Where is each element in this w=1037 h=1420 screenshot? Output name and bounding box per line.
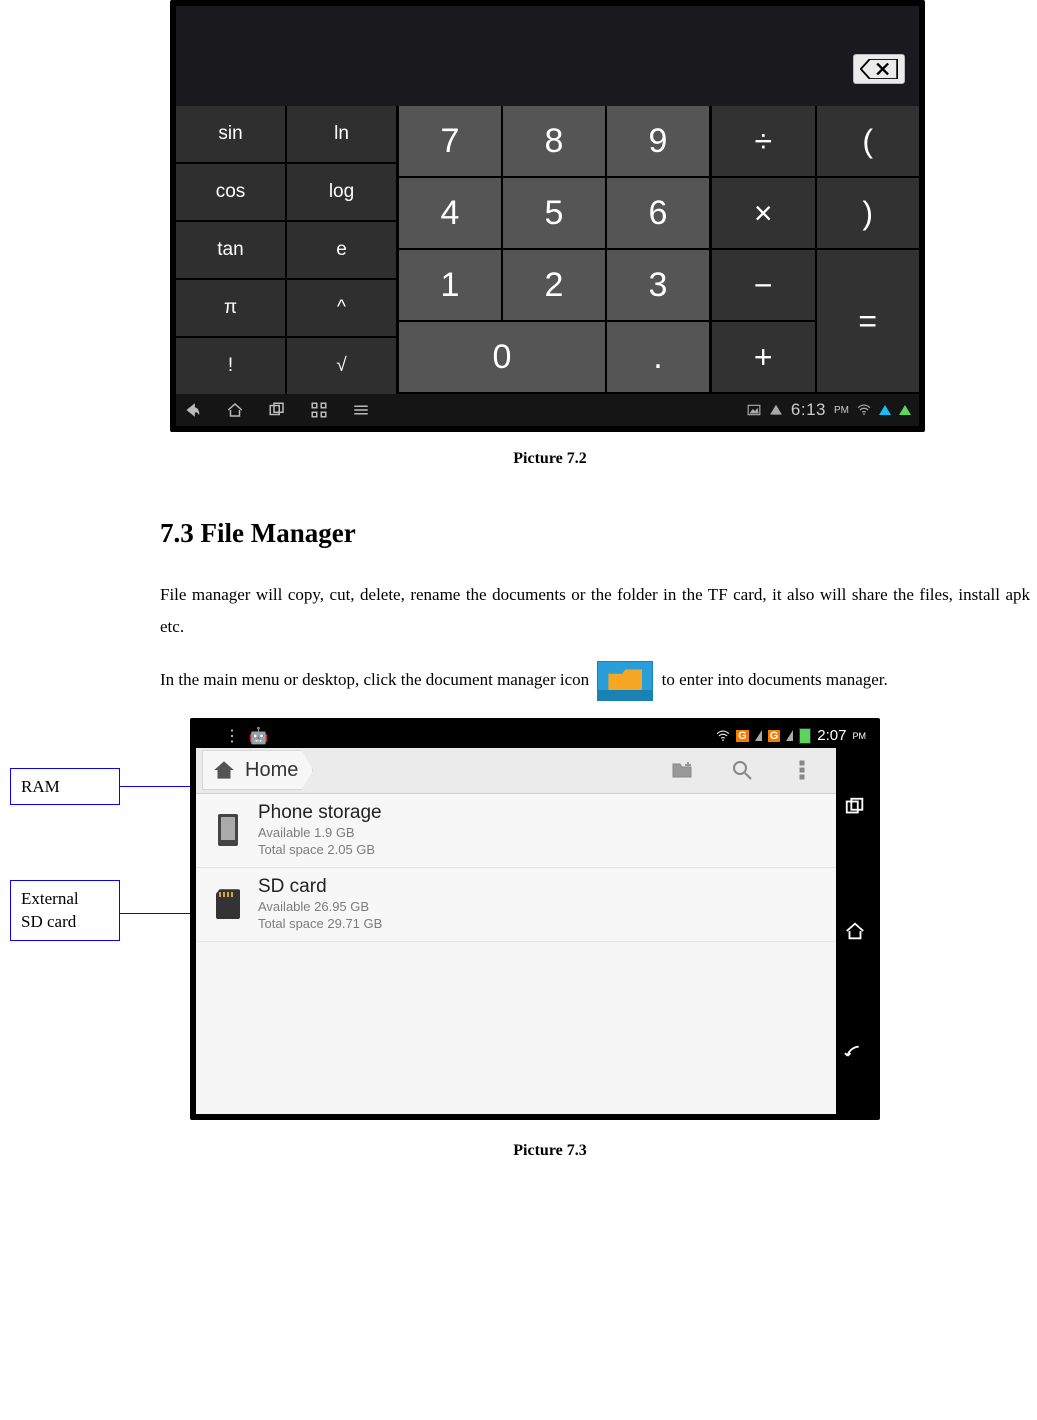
new-folder-icon[interactable] — [670, 758, 694, 782]
key-cos[interactable]: cos — [176, 164, 285, 220]
paragraph-1: File manager will copy, cut, delete, ren… — [160, 579, 1030, 644]
backspace-button[interactable] — [853, 54, 905, 84]
key-e[interactable]: e — [287, 222, 396, 278]
key-3[interactable]: 3 — [607, 250, 709, 320]
fm-main-panel: Home Phone storage — [196, 748, 836, 1114]
key-0[interactable]: 0 — [399, 322, 605, 392]
text-content: 7.3 File Manager File manager will copy,… — [160, 518, 1030, 701]
key-dot[interactable]: . — [607, 322, 709, 392]
key-sin[interactable]: sin — [176, 106, 285, 162]
key-1[interactable]: 1 — [399, 250, 501, 320]
key-2[interactable]: 2 — [503, 250, 605, 320]
item-total: Total space 2.05 GB — [258, 841, 382, 859]
network-g-2: G — [768, 730, 781, 742]
item-title: SD card — [258, 876, 382, 898]
file-manager-app-icon — [597, 661, 653, 701]
item-title: Phone storage — [258, 802, 382, 824]
key-add[interactable]: + — [712, 322, 815, 392]
key-equals[interactable]: = — [817, 250, 920, 392]
image-icon — [747, 403, 761, 417]
back-icon[interactable] — [844, 1043, 866, 1065]
signal-icon-1 — [755, 730, 762, 741]
breadcrumb-home[interactable]: Home — [202, 750, 313, 790]
clock-suffix: PM — [834, 405, 849, 416]
home-icon[interactable] — [226, 401, 244, 419]
search-icon[interactable] — [730, 758, 754, 782]
calc-body: sin ln cos log tan e π ^ ! √ 7 8 9 4 5 6… — [176, 106, 919, 394]
key-ln[interactable]: ln — [287, 106, 396, 162]
backspace-icon — [860, 59, 898, 79]
menu-icon[interactable] — [352, 401, 370, 419]
fm-actions — [670, 758, 830, 782]
signal-1-icon — [879, 405, 891, 415]
phone-storage-icon — [218, 814, 238, 846]
key-9[interactable]: 9 — [607, 106, 709, 176]
wifi-icon — [857, 404, 871, 416]
sd-card-icon — [216, 889, 240, 919]
breadcrumb-label: Home — [245, 759, 298, 782]
status-bar: ⋮ 🤖 G G 2:07 PM — [196, 724, 874, 748]
key-subtract[interactable]: − — [712, 250, 815, 320]
fm-header: Home — [196, 748, 836, 794]
recent-icon[interactable] — [268, 401, 286, 419]
overflow-menu-icon[interactable] — [790, 758, 814, 782]
sd-card-item[interactable]: SD card Available 26.95 GB Total space 2… — [196, 868, 836, 942]
document-page: sin ln cos log tan e π ^ ! √ 7 8 9 4 5 6… — [0, 0, 1037, 1180]
key-4[interactable]: 4 — [399, 178, 501, 248]
calc-display — [176, 6, 919, 106]
para2-part-a: In the main menu or desktop, click the d… — [160, 670, 589, 689]
section-7-3-heading: 7.3 File Manager — [160, 518, 1030, 549]
back-icon[interactable] — [184, 401, 202, 419]
key-lparen[interactable]: ( — [817, 106, 920, 176]
clock-suffix: PM — [853, 731, 867, 741]
callout-ram: RAM — [10, 768, 120, 806]
key-log[interactable]: log — [287, 164, 396, 220]
key-8[interactable]: 8 — [503, 106, 605, 176]
key-5[interactable]: 5 — [503, 178, 605, 248]
key-rparen[interactable]: ) — [817, 178, 920, 248]
network-g-1: G — [736, 730, 749, 742]
file-manager-app: Home Phone storage — [196, 748, 874, 1114]
recent-icon[interactable] — [844, 796, 866, 818]
key-6[interactable]: 6 — [607, 178, 709, 248]
screenshot-icon[interactable] — [310, 401, 328, 419]
warning-icon — [769, 403, 783, 417]
para2-part-b: to enter into documents manager. — [662, 670, 888, 689]
key-caret[interactable]: ^ — [287, 280, 396, 336]
wifi-icon — [716, 730, 730, 742]
signal-2-icon — [899, 405, 911, 415]
key-tan[interactable]: tan — [176, 222, 285, 278]
storage-list: Phone storage Available 1.9 GB Total spa… — [196, 794, 836, 1114]
number-keys: 7 8 9 4 5 6 1 2 3 0 . — [399, 106, 709, 394]
home-icon — [211, 757, 237, 783]
battery-icon — [799, 728, 811, 744]
function-keys: sin ln cos log tan e π ^ ! √ — [176, 106, 396, 394]
key-sqrt[interactable]: √ — [287, 338, 396, 394]
paragraph-2: In the main menu or desktop, click the d… — [160, 661, 1030, 701]
key-multiply[interactable]: × — [712, 178, 815, 248]
picture-7-3-caption: Picture 7.3 — [160, 1142, 940, 1160]
key-7[interactable]: 7 — [399, 106, 501, 176]
operator-keys: ÷ ( × ) − = + — [712, 106, 919, 394]
phone-storage-item[interactable]: Phone storage Available 1.9 GB Total spa… — [196, 794, 836, 868]
key-divide[interactable]: ÷ — [712, 106, 815, 176]
file-manager-screenshot: ⋮ 🤖 G G 2:07 PM Home — [190, 718, 880, 1120]
callout-sd: External SD card — [10, 880, 120, 942]
item-total: Total space 29.71 GB — [258, 915, 382, 933]
home-icon[interactable] — [844, 920, 866, 942]
item-available: Available 26.95 GB — [258, 898, 382, 916]
key-pi[interactable]: π — [176, 280, 285, 336]
notification-icons: ⋮ 🤖 — [224, 726, 269, 746]
picture-7-2-caption: Picture 7.2 — [160, 450, 940, 468]
item-available: Available 1.9 GB — [258, 824, 382, 842]
clock-time: 6:13 — [791, 400, 826, 420]
system-nav-bar: 6:13 PM — [176, 394, 919, 426]
calculator-screenshot: sin ln cos log tan e π ^ ! √ 7 8 9 4 5 6… — [170, 0, 925, 432]
system-nav-sidebar — [836, 748, 874, 1114]
signal-icon-2 — [786, 730, 793, 741]
key-factorial[interactable]: ! — [176, 338, 285, 394]
clock-time: 2:07 — [817, 727, 846, 744]
file-manager-figure: RAM External SD card ⋮ 🤖 G G 2:07 PM — [0, 718, 1037, 1128]
